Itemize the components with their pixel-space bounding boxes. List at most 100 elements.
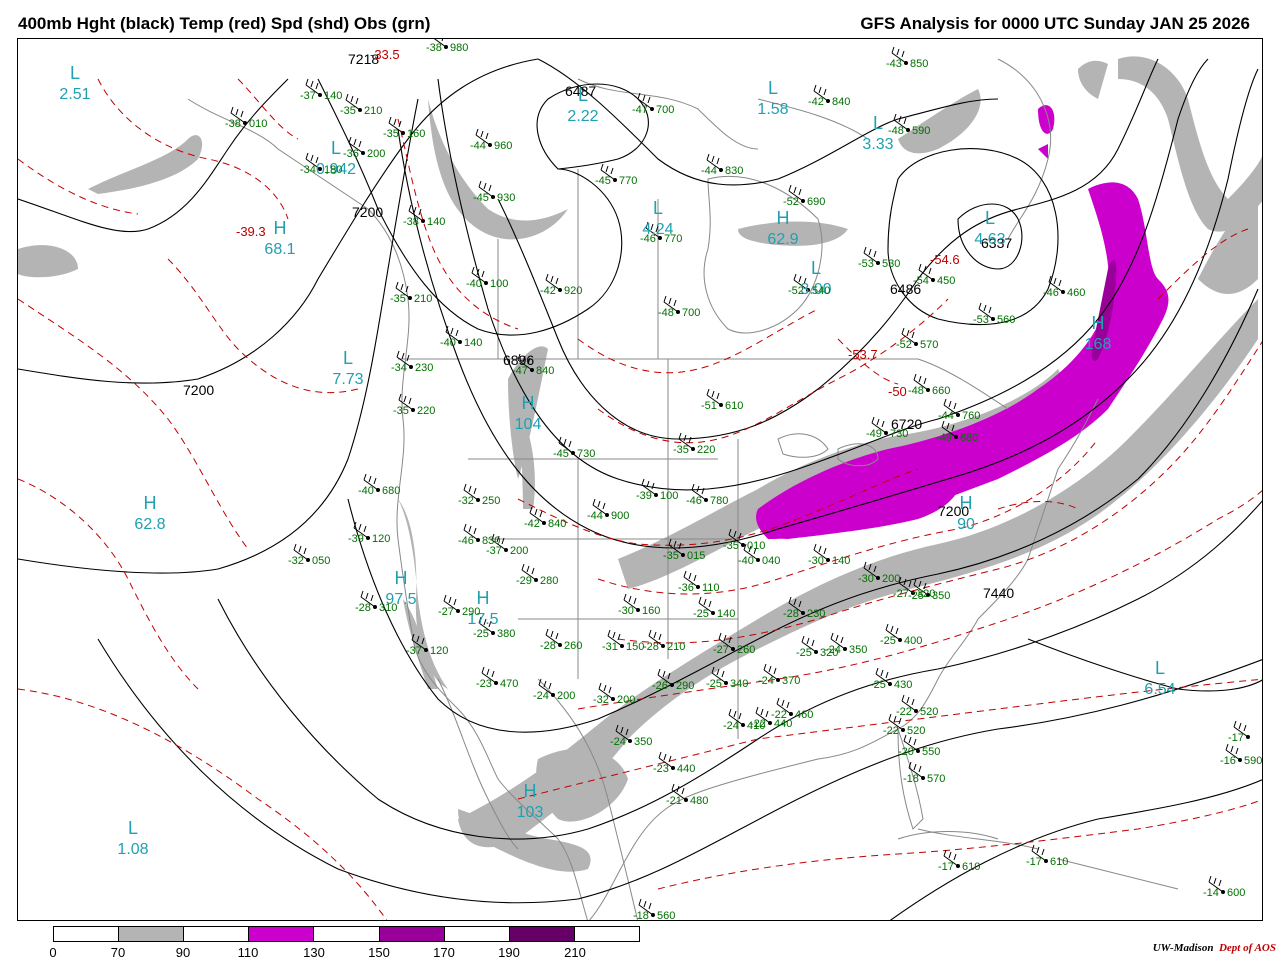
obs-height-24: 210 <box>414 293 432 305</box>
obs-height-7: 960 <box>494 140 512 152</box>
center-value-8: 62.9 <box>767 231 798 248</box>
obs-temperature-43: -42 <box>524 518 540 530</box>
obs-height-40: 250 <box>482 495 500 507</box>
obs-temperature-94: -18 <box>633 910 649 921</box>
obs-height-35: 220 <box>697 444 715 456</box>
obs-height-29: 230 <box>415 362 433 374</box>
center-type-2: H <box>362 39 375 43</box>
center-type-10: L <box>811 258 821 278</box>
center-type-9: L <box>985 208 995 228</box>
obs-temperature-6: -34 <box>300 164 316 176</box>
obs-height-57: 110 <box>702 582 720 594</box>
legend-swatch-70-90 <box>119 927 185 941</box>
obs-height-67: 210 <box>667 641 685 653</box>
obs-temperature-65: -28 <box>540 640 556 652</box>
obs-temperature-33: -51 <box>701 400 717 412</box>
obs-temperature-52: -40 <box>738 555 754 567</box>
center-type-11: L <box>343 348 353 368</box>
temperature-labels: -33.5 -39.3 -54.6 -53.7 -50 <box>236 47 960 399</box>
caribbean <box>917 828 1179 890</box>
gray-alaska-1 <box>88 135 203 194</box>
obs-height-37: 680 <box>960 432 978 444</box>
arctic-islands <box>577 78 869 150</box>
center-value-12: 104 <box>515 416 542 433</box>
center-type-15: H <box>960 493 973 513</box>
height-label: 7200 <box>352 204 383 220</box>
obs-height-4: 160 <box>407 128 425 140</box>
obs-temperature-23: -46 <box>1043 287 1059 299</box>
obs-height-91: 610 <box>962 861 980 873</box>
obs-temperature-28: -52 <box>896 339 912 351</box>
obs-height-43: 840 <box>548 518 566 530</box>
obs-height-64: 120 <box>430 645 448 657</box>
obs-height-10: 840 <box>832 96 850 108</box>
obs-height-53: 140 <box>832 555 850 567</box>
center-type-16: H <box>395 568 408 588</box>
obs-temperature-19: -54 <box>913 275 929 287</box>
obs-temperature-72: -25 <box>870 679 886 691</box>
legend-swatch-130-150 <box>314 927 380 941</box>
obs-temperature-25: -48 <box>658 307 674 319</box>
weather-map: 7218 6487 7200 7200 6896 6337 6486 6720 … <box>17 38 1263 921</box>
center-value-9: 4.63 <box>974 231 1005 248</box>
temperature-label: -54.6 <box>930 252 960 267</box>
obs-temperature-73: -23 <box>476 678 492 690</box>
obs-height-39: 680 <box>382 485 400 497</box>
obs-temperature-21: -42 <box>540 285 556 297</box>
obs-height-6: 180 <box>324 164 342 176</box>
legend-swatch-170-190 <box>444 927 510 941</box>
obs-temperature-47: -37 <box>486 545 502 557</box>
center-type-17: H <box>477 588 490 608</box>
obs-height-20: 100 <box>490 278 508 290</box>
obs-temperature-68: -27 <box>713 644 729 656</box>
obs-temperature-9: -43 <box>886 58 902 70</box>
obs-height-84: 520 <box>907 725 925 737</box>
obs-height-56: 290 <box>462 606 480 618</box>
obs-temperature-79: -24 <box>723 720 739 732</box>
gray-bc <box>428 99 568 240</box>
legend-tick: 90 <box>175 945 191 960</box>
obs-height-27: 140 <box>464 337 482 349</box>
obs-temperature-58: -30 <box>618 605 634 617</box>
obs-height-14: 140 <box>427 216 445 228</box>
obs-temperature-51: -29 <box>516 575 532 587</box>
center-value-15: 90 <box>957 516 975 533</box>
obs-temperature-76: -26 <box>652 680 668 692</box>
obs-temperature-7: -44 <box>470 140 486 152</box>
obs-temperature-92: -17 <box>1026 856 1042 868</box>
obs-temperature-86: -17 <box>1228 732 1244 744</box>
center-type-19: H <box>524 781 537 801</box>
center-value-20: 1.08 <box>117 841 148 858</box>
obs-temperature-44: -44 <box>587 510 603 522</box>
obs-temperature-16: -46 <box>640 233 656 245</box>
obs-height-12: 830 <box>725 165 743 177</box>
obs-height-72: 430 <box>894 679 912 691</box>
center-type-8: H <box>777 208 790 228</box>
center-value-0: 2.51 <box>59 86 90 103</box>
credit-university: UW-Madison <box>1152 942 1214 954</box>
obs-temperature-85: -20 <box>898 746 914 758</box>
obs-height-28: 570 <box>920 339 938 351</box>
obs-temperature-83: -24 <box>610 736 626 748</box>
obs-height-82: 460 <box>795 709 813 721</box>
obs-height-55: 310 <box>379 602 397 614</box>
obs-height-60: 230 <box>807 608 825 620</box>
center-type-1: L <box>578 85 588 105</box>
obs-temperature-50: -32 <box>288 555 304 567</box>
obs-temperature-20: -40 <box>466 278 482 290</box>
gray-atlantic <box>1078 60 1108 99</box>
credit-department: Dept of AOS <box>1218 942 1276 954</box>
temperature-label: -50 <box>888 384 907 399</box>
legend-swatch-110-130 <box>249 927 315 941</box>
map-title: 400mb Hght (black) Temp (red) Spd (shd) … <box>18 14 431 33</box>
legend-tick: 170 <box>433 945 455 960</box>
gray-alaska-2 <box>18 245 78 278</box>
obs-height-89: 570 <box>927 773 945 785</box>
speed-color-legend <box>53 926 640 942</box>
legend-tick: 210 <box>564 945 586 960</box>
obs-temperature-45: -46 <box>458 535 474 547</box>
obs-height-19: 450 <box>937 275 955 287</box>
obs-temperature-3: -38 <box>225 118 241 130</box>
obs-temperature-40: -32 <box>458 495 474 507</box>
obs-height-62: 350 <box>932 590 950 602</box>
